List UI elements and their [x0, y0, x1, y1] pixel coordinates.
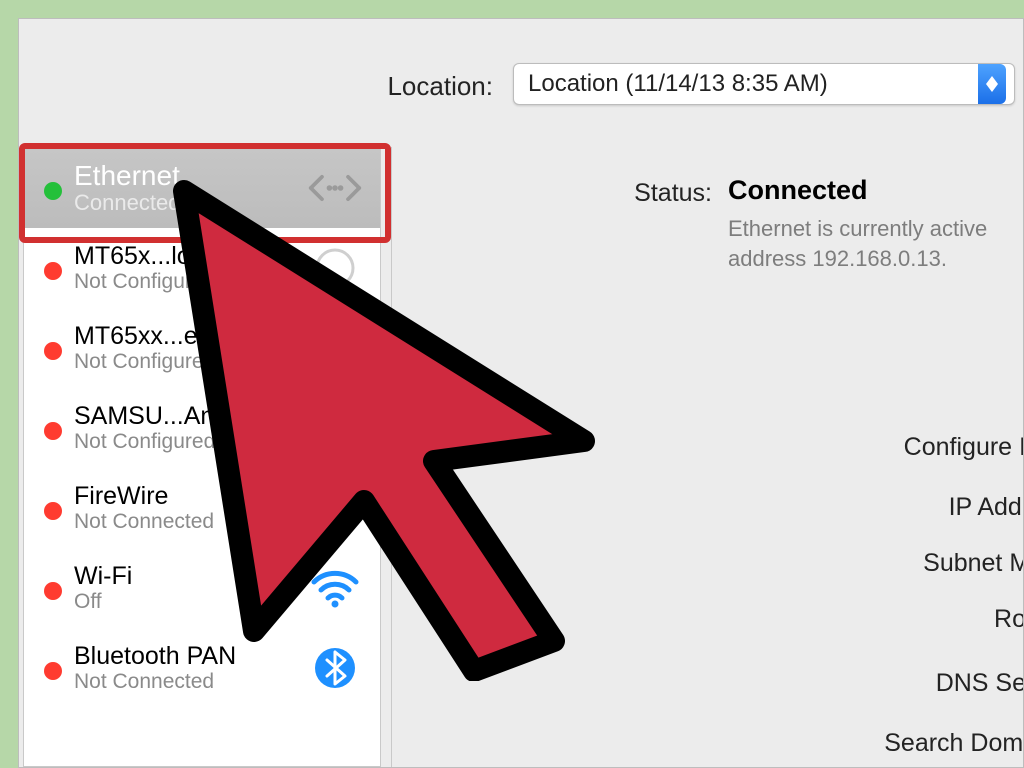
status-value: Connected: [712, 175, 868, 206]
sidebar-item-status: Not Configured: [74, 350, 245, 373]
status-label: Status:: [392, 175, 712, 208]
sidebar-item-status: Off: [74, 590, 132, 613]
dns-server-label: DNS Server:: [392, 669, 1024, 698]
network-prefs-window: Location: Location (11/14/13 8:35 AM) Et…: [18, 18, 1024, 768]
sidebar-item-ethernet[interactable]: Ethernet Connected: [24, 148, 380, 228]
generic-network-icon: [308, 246, 362, 290]
sidebar-item-status: Not Configured: [74, 270, 219, 293]
sidebar-item-name: SAMSU...Android: [74, 403, 270, 431]
location-select[interactable]: Location (11/14/13 8:35 AM): [513, 63, 1015, 105]
sidebar-item-mt65xx[interactable]: MT65xx...eload Not Configured: [24, 308, 380, 388]
sidebar-item-samsung-android[interactable]: SAMSU...Android Not Configured: [24, 388, 380, 468]
sidebar-item-name: MT65x...load: [74, 243, 219, 271]
interface-details-panel: Status: Connected Ethernet is currently …: [391, 147, 1023, 767]
sidebar-item-wifi[interactable]: Wi-Fi Off: [24, 548, 380, 628]
status-dot-icon: [44, 262, 62, 280]
ip-address-label: IP Address:: [392, 493, 1024, 522]
sidebar-item-status: Not Connected: [74, 510, 214, 533]
sidebar-item-status: Connected: [74, 191, 180, 215]
sidebar-item-status: Not Connected: [74, 670, 236, 693]
search-domains-label: Search Domains:: [392, 729, 1024, 758]
status-dot-icon: [44, 422, 62, 440]
sidebar-item-status: Not Configured: [74, 430, 270, 453]
sidebar-item-bluetooth-pan[interactable]: Bluetooth PAN Not Connected: [24, 628, 380, 708]
ethernet-icon: [308, 166, 362, 210]
sidebar-item-name: Ethernet: [74, 161, 180, 192]
firewire-icon: [308, 486, 362, 530]
location-select-caret-icon: [978, 64, 1006, 104]
sidebar-item-mt65x[interactable]: MT65x...load Not Configured: [24, 228, 380, 308]
status-dot-icon: [44, 662, 62, 680]
sidebar-item-name: Bluetooth PAN: [74, 643, 236, 671]
generic-network-icon: [308, 326, 362, 370]
location-label: Location:: [387, 71, 493, 102]
location-row: Location: Location (11/14/13 8:35 AM): [19, 63, 1023, 113]
status-dot-icon: [44, 342, 62, 360]
sidebar-item-name: FireWire: [74, 483, 214, 511]
status-description: Ethernet is currently active address 192…: [728, 214, 1023, 273]
sidebar-item-name: MT65xx...eload: [74, 323, 245, 351]
sidebar-item-name: Wi-Fi: [74, 563, 132, 591]
sidebar-item-firewire[interactable]: FireWire Not Connected: [24, 468, 380, 548]
status-dot-icon: [44, 582, 62, 600]
subnet-mask-label: Subnet Mask:: [392, 549, 1024, 578]
location-selected-value: Location (11/14/13 8:35 AM): [528, 70, 828, 98]
interfaces-sidebar: Ethernet Connected MT65x...load Not: [23, 147, 381, 767]
status-dot-icon: [44, 182, 62, 200]
router-label: Router:: [392, 605, 1024, 634]
configure-ipv4-label: Configure IPv4:: [392, 433, 1024, 462]
status-row: Status: Connected: [392, 175, 1023, 208]
wifi-icon: [308, 566, 362, 610]
bluetooth-icon: [308, 646, 362, 690]
generic-network-icon: [308, 406, 362, 450]
status-dot-icon: [44, 502, 62, 520]
